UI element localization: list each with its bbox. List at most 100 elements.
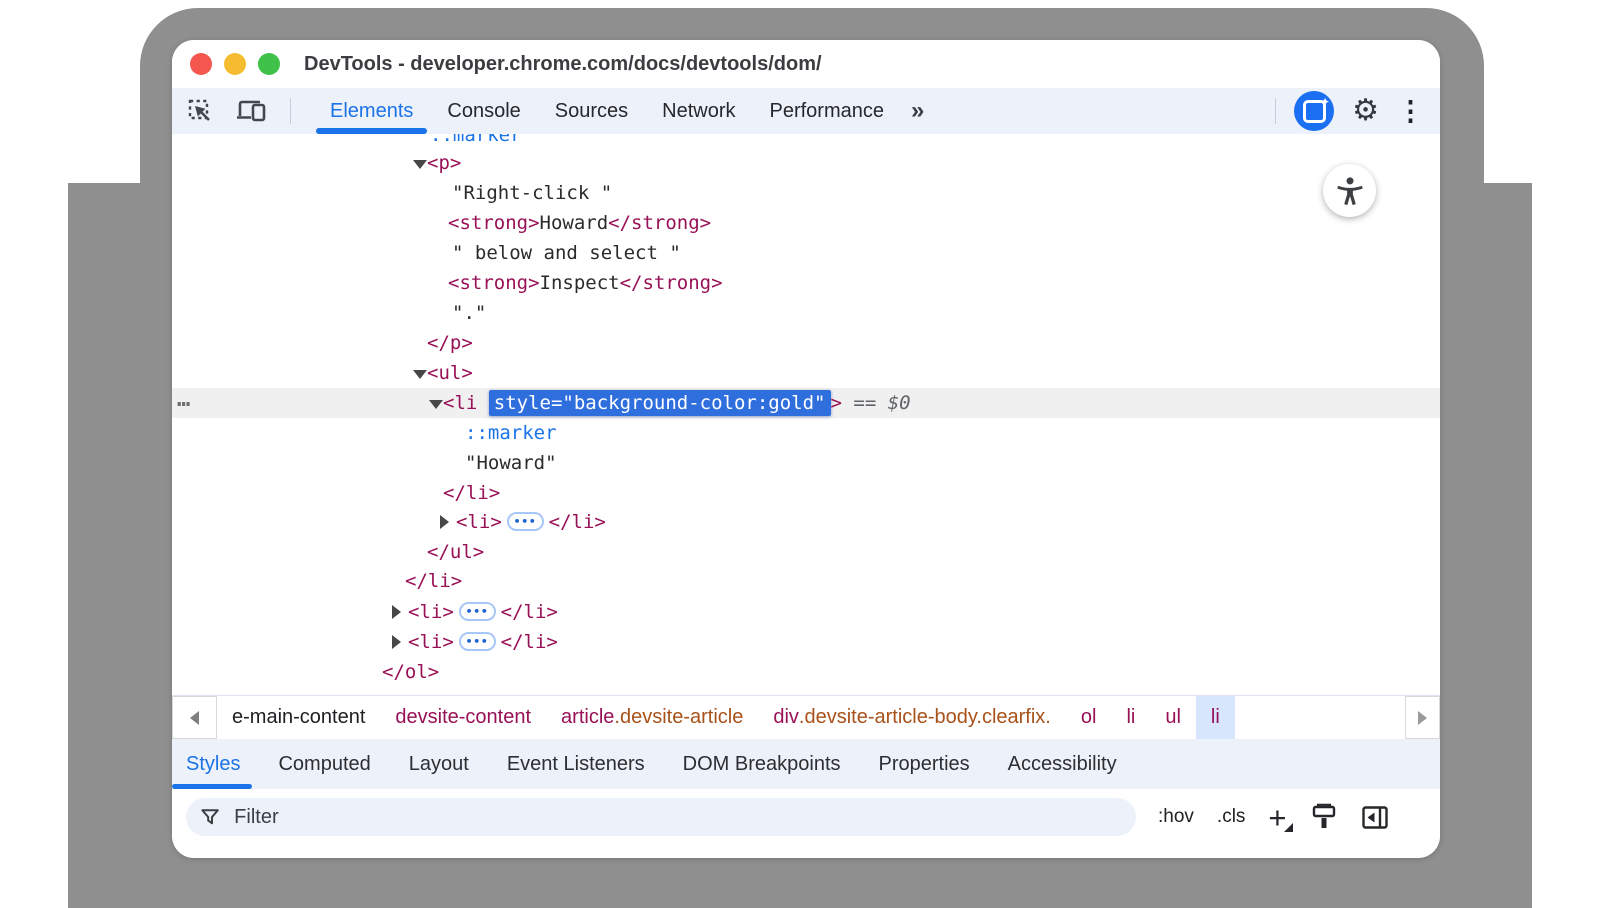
dom-tree-row-text: <ul> — [427, 358, 473, 388]
styles-tab-properties[interactable]: Properties — [879, 739, 970, 789]
dom-tree-row-text: </p> — [427, 328, 473, 358]
tab-sources[interactable]: Sources — [538, 88, 645, 134]
dock-sidebar-icon[interactable] — [1361, 805, 1389, 830]
collapsed-content-ellipsis[interactable]: ••• — [459, 602, 496, 621]
styles-tab-event-listeners[interactable]: Event Listeners — [507, 739, 645, 789]
dom-tree-row-text: ::marker — [465, 418, 557, 448]
expand-arrow-icon[interactable] — [392, 605, 401, 619]
dom-tree-row[interactable]: <li>•••</li> — [172, 597, 1440, 627]
token-tag: <li — [443, 392, 489, 414]
dom-tree-row[interactable]: <li>•••</li> — [172, 507, 1440, 537]
tab-console[interactable]: Console — [430, 88, 537, 134]
dom-tree-row[interactable]: "Howard" — [172, 448, 1440, 478]
dom-tree-row-text: "." — [452, 298, 486, 328]
toggle-element-state-button[interactable]: :hov — [1158, 806, 1194, 828]
accessibility-overlay-button[interactable] — [1323, 164, 1376, 217]
dom-tree-row[interactable]: …<li style="background-color:gold"> == $… — [172, 388, 1440, 418]
token-tag: <ul> — [427, 362, 473, 384]
expand-arrow-icon[interactable] — [392, 635, 401, 649]
accessibility-person-icon — [1336, 176, 1364, 206]
styles-tab-layout[interactable]: Layout — [409, 739, 469, 789]
dom-tree-row[interactable]: " below and select " — [172, 238, 1440, 268]
dom-tree-row-text: "Howard" — [465, 448, 557, 478]
styles-tab-dom-breakpoints[interactable]: DOM Breakpoints — [683, 739, 841, 789]
dom-tree-row[interactable]: </p> — [172, 328, 1440, 358]
dom-tree-row[interactable]: ::marker — [172, 418, 1440, 448]
devtools-tabs: ElementsConsoleSourcesNetworkPerformance — [313, 88, 901, 134]
toolbar-divider — [1275, 98, 1276, 124]
collapse-arrow-icon[interactable] — [429, 400, 443, 409]
element-classes-button[interactable]: .cls — [1217, 806, 1246, 828]
dom-tree-row[interactable]: "Right-click " — [172, 178, 1440, 208]
new-style-rule-button[interactable]: + — [1268, 802, 1286, 833]
title-bar: DevTools - developer.chrome.com/docs/dev… — [172, 40, 1440, 88]
close-button[interactable] — [190, 53, 212, 75]
dom-tree-row-text: <strong>Howard</strong> — [448, 208, 711, 238]
token-tag: </ul> — [427, 541, 484, 563]
dom-tree-row[interactable]: <li>•••</li> — [172, 627, 1440, 657]
token-tag: </li> — [501, 601, 558, 623]
token-text: "Right-click " — [452, 182, 612, 204]
styles-tab-computed[interactable]: Computed — [278, 739, 370, 789]
styles-tab-accessibility[interactable]: Accessibility — [1008, 739, 1117, 789]
expand-arrow-icon[interactable] — [440, 515, 449, 529]
dom-tree-row-text: "Right-click " — [452, 178, 612, 208]
breadcrumb-item[interactable]: devsite-content — [380, 696, 546, 739]
dom-tree-row[interactable]: </ol> — [172, 657, 1440, 687]
dom-tree: ::marker <p>"Right-click "<strong>Howard<… — [172, 134, 1440, 695]
breadcrumb-part-tag: article — [561, 706, 614, 729]
dom-tree-row[interactable]: </li> — [172, 566, 1440, 596]
token-tag: > — [831, 392, 842, 414]
token-tag: </ol> — [382, 661, 439, 683]
token-tag: </li> — [443, 482, 500, 504]
breadcrumb-item[interactable]: li — [1196, 696, 1235, 739]
row-overflow-dots-icon[interactable]: … — [177, 385, 190, 415]
kebab-menu-icon[interactable]: ⋮ — [1397, 98, 1424, 125]
breadcrumb-part-tag: li — [1211, 706, 1220, 729]
breadcrumb-scroll-left-button[interactable] — [172, 696, 217, 739]
zoom-button[interactable] — [258, 53, 280, 75]
tab-elements[interactable]: Elements — [313, 88, 430, 134]
dom-tree-row-text: <li>•••</li> — [408, 597, 558, 627]
window-title: DevTools - developer.chrome.com/docs/dev… — [304, 53, 822, 76]
breadcrumb-item[interactable]: ol — [1066, 696, 1112, 739]
collapsed-content-ellipsis[interactable]: ••• — [459, 632, 496, 651]
dom-tree-row[interactable]: </li> — [172, 478, 1440, 508]
funnel-icon — [200, 807, 220, 828]
breadcrumb-part-tag: li — [1126, 706, 1135, 729]
dom-tree-row[interactable]: <strong>Howard</strong> — [172, 208, 1440, 238]
settings-gear-icon[interactable]: ⚙ — [1352, 96, 1379, 126]
inspect-icon[interactable] — [187, 98, 214, 125]
tab-performance[interactable]: Performance — [753, 88, 902, 134]
breadcrumb-item[interactable]: e-main-content — [217, 696, 380, 739]
breadcrumb-part-class: .devsite-article-body.clearfix. — [799, 706, 1051, 729]
brush-icon[interactable] — [1310, 803, 1338, 831]
dom-tree-row[interactable]: "." — [172, 298, 1440, 328]
dom-tree-row[interactable]: </ul> — [172, 537, 1440, 567]
dom-tree-row[interactable]: <ul> — [172, 358, 1440, 388]
breadcrumb-part-tag: ul — [1165, 706, 1181, 729]
breadcrumb-item[interactable]: div.devsite-article-body.clearfix. — [758, 696, 1066, 739]
minimize-button[interactable] — [224, 53, 246, 75]
breadcrumb-item[interactable]: li — [1111, 696, 1150, 739]
dom-tree-row-text: <strong>Inspect</strong> — [448, 268, 723, 298]
breadcrumb-part-tag: ol — [1081, 706, 1097, 729]
dom-tree-row[interactable]: <p> — [172, 148, 1440, 178]
device-toolbar-icon[interactable] — [236, 98, 268, 125]
dom-tree-row[interactable]: <strong>Inspect</strong> — [172, 268, 1440, 298]
breadcrumb-item[interactable]: article.devsite-article — [546, 696, 758, 739]
breadcrumb-scroll-right-button[interactable] — [1405, 696, 1440, 739]
ai-assistant-icon[interactable]: ✦ — [1294, 91, 1334, 131]
collapsed-content-ellipsis[interactable]: ••• — [507, 512, 544, 531]
tab-network[interactable]: Network — [645, 88, 752, 134]
filter-input-wrap — [186, 798, 1136, 836]
token-tag: </p> — [427, 332, 473, 354]
styles-tab-styles[interactable]: Styles — [186, 739, 240, 789]
more-tabs-chevron-icon[interactable]: » — [911, 97, 922, 125]
breadcrumb-items: e-main-contentdevsite-contentarticle.dev… — [217, 696, 1235, 739]
collapse-arrow-icon[interactable] — [413, 370, 427, 379]
filter-input[interactable] — [232, 805, 1122, 830]
breadcrumb-item[interactable]: ul — [1150, 696, 1196, 739]
breadcrumb: e-main-contentdevsite-contentarticle.dev… — [172, 695, 1440, 739]
collapse-arrow-icon[interactable] — [413, 160, 427, 169]
